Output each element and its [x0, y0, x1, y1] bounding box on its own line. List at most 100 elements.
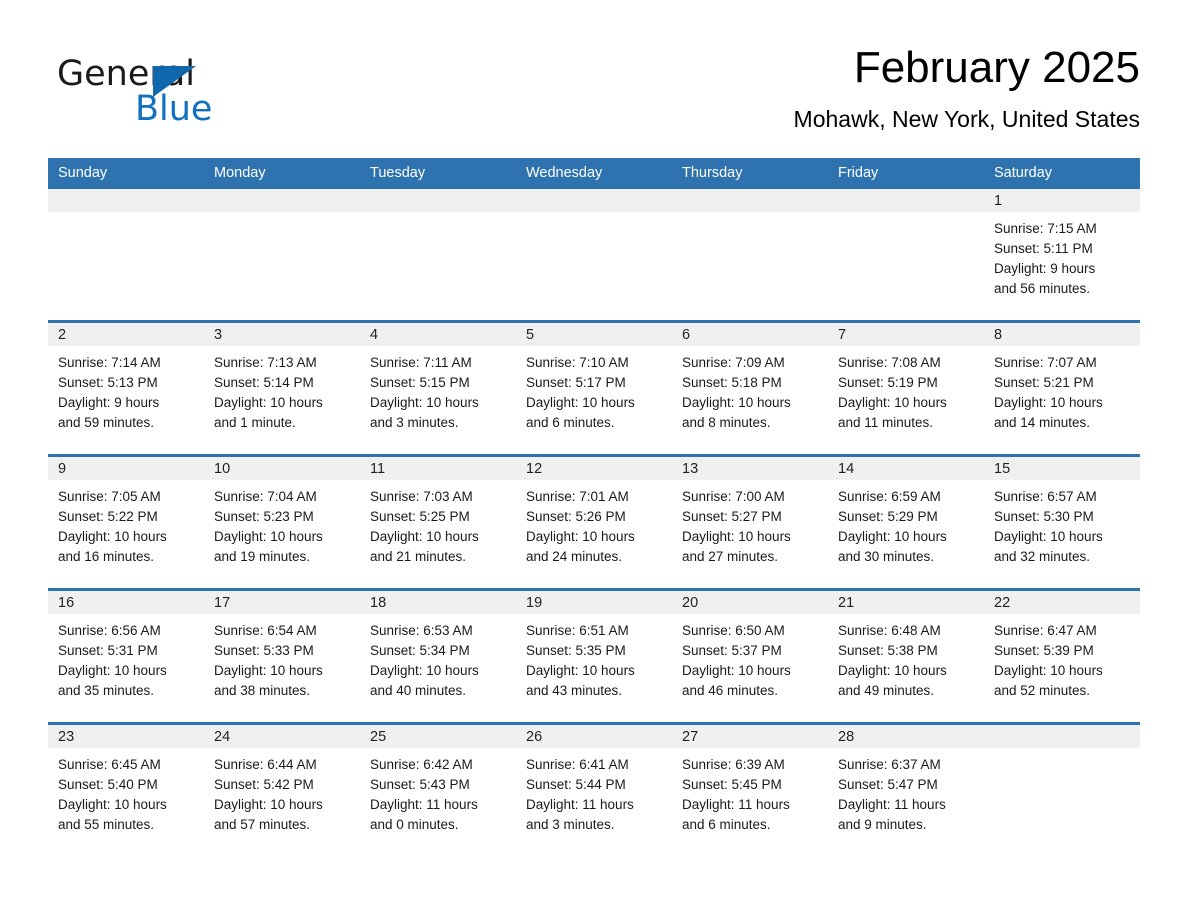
calendar-cell [828, 189, 984, 322]
day-number: 17 [204, 591, 360, 614]
daylight-duration-line2: and 14 minutes. [994, 415, 1091, 430]
sunrise-time: Sunrise: 6:54 AM [214, 623, 317, 638]
day-cell[interactable]: 7 Sunrise: 7:08 AM Sunset: 5:19 PM Daylight… [828, 323, 984, 454]
day-cell[interactable]: 28 Sunrise: 6:37 AM Sunset: 5:47 PM Dayligh… [828, 725, 984, 856]
day-cell[interactable]: 12 Sunrise: 7:01 AM Sunset: 5:26 PM Dayligh… [516, 457, 672, 588]
daylight-duration-line1: Daylight: 9 hours [58, 395, 160, 410]
sunrise-time: Sunrise: 6:41 AM [526, 757, 629, 772]
sunrise-time: Sunrise: 6:47 AM [994, 623, 1097, 638]
day-cell[interactable]: 21 Sunrise: 6:48 AM Sunset: 5:38 PM Dayligh… [828, 591, 984, 722]
day-number: 24 [204, 725, 360, 748]
day-cell[interactable]: 20 Sunrise: 6:50 AM Sunset: 5:37 PM Dayligh… [672, 591, 828, 722]
calendar-cell: 25 Sunrise: 6:42 AM Sunset: 5:43 PM Dayligh… [360, 722, 516, 856]
sunset-time: Sunset: 5:47 PM [838, 777, 938, 792]
day-number: 26 [516, 725, 672, 748]
calendar-cell [984, 722, 1140, 856]
daylight-duration-line2: and 3 minutes. [370, 415, 459, 430]
day-cell[interactable]: 10 Sunrise: 7:04 AM Sunset: 5:23 PM Dayligh… [204, 457, 360, 588]
day-sun-info: Sunrise: 7:08 AM Sunset: 5:19 PM Daylight:… [828, 346, 984, 433]
day-cell[interactable]: 26 Sunrise: 6:41 AM Sunset: 5:44 PM Dayligh… [516, 725, 672, 856]
day-sun-info: Sunrise: 7:10 AM Sunset: 5:17 PM Daylight:… [516, 346, 672, 433]
day-cell[interactable]: 13 Sunrise: 7:00 AM Sunset: 5:27 PM Dayligh… [672, 457, 828, 588]
day-sun-info: Sunrise: 7:05 AM Sunset: 5:22 PM Daylight:… [48, 480, 204, 567]
day-cell[interactable]: 19 Sunrise: 6:51 AM Sunset: 5:35 PM Dayligh… [516, 591, 672, 722]
calendar-cell: 23 Sunrise: 6:45 AM Sunset: 5:40 PM Dayligh… [48, 722, 204, 856]
calendar-header-row: Sunday Monday Tuesday Wednesday Thursday… [48, 158, 1140, 189]
day-cell[interactable]: 15 Sunrise: 6:57 AM Sunset: 5:30 PM Dayligh… [984, 457, 1140, 588]
sunrise-time: Sunrise: 7:08 AM [838, 355, 941, 370]
day-cell[interactable]: 1 Sunrise: 7:15 AM Sunset: 5:11 PM Daylight… [984, 189, 1140, 320]
sunset-time: Sunset: 5:23 PM [214, 509, 314, 524]
day-number: 15 [984, 457, 1140, 480]
day-cell[interactable]: 25 Sunrise: 6:42 AM Sunset: 5:43 PM Dayligh… [360, 725, 516, 856]
calendar-cell: 10 Sunrise: 7:04 AM Sunset: 5:23 PM Dayligh… [204, 454, 360, 590]
sunset-time: Sunset: 5:33 PM [214, 643, 314, 658]
sunset-time: Sunset: 5:34 PM [370, 643, 470, 658]
sunrise-time: Sunrise: 6:37 AM [838, 757, 941, 772]
daylight-duration-line1: Daylight: 10 hours [526, 395, 635, 410]
day-cell-empty [984, 725, 1140, 856]
day-cell[interactable]: 22 Sunrise: 6:47 AM Sunset: 5:39 PM Dayligh… [984, 591, 1140, 722]
daylight-duration-line2: and 6 minutes. [682, 817, 771, 832]
calendar-cell: 18 Sunrise: 6:53 AM Sunset: 5:34 PM Dayligh… [360, 588, 516, 724]
sunset-time: Sunset: 5:35 PM [526, 643, 626, 658]
calendar-grid: Sunday Monday Tuesday Wednesday Thursday… [48, 158, 1140, 856]
day-cell[interactable]: 4 Sunrise: 7:11 AM Sunset: 5:15 PM Daylight… [360, 323, 516, 454]
calendar-week-row: 9 Sunrise: 7:05 AM Sunset: 5:22 PM Daylight… [48, 454, 1140, 590]
calendar-week-row: 16 Sunrise: 6:56 AM Sunset: 5:31 PM Dayligh… [48, 588, 1140, 724]
logo-text-blue: Blue [135, 89, 213, 129]
general-blue-logo: General Blue [57, 53, 317, 133]
daylight-duration-line2: and 1 minute. [214, 415, 296, 430]
day-cell[interactable]: 27 Sunrise: 6:39 AM Sunset: 5:45 PM Dayligh… [672, 725, 828, 856]
daylight-duration-line2: and 3 minutes. [526, 817, 615, 832]
day-cell[interactable]: 11 Sunrise: 7:03 AM Sunset: 5:25 PM Dayligh… [360, 457, 516, 588]
daylight-duration-line1: Daylight: 10 hours [838, 529, 947, 544]
calendar-cell: 24 Sunrise: 6:44 AM Sunset: 5:42 PM Dayligh… [204, 722, 360, 856]
day-cell[interactable]: 2 Sunrise: 7:14 AM Sunset: 5:13 PM Daylight… [48, 323, 204, 454]
day-cell[interactable]: 17 Sunrise: 6:54 AM Sunset: 5:33 PM Dayligh… [204, 591, 360, 722]
day-sun-info: Sunrise: 6:57 AM Sunset: 5:30 PM Daylight:… [984, 480, 1140, 567]
day-number: 3 [204, 323, 360, 346]
day-cell[interactable]: 8 Sunrise: 7:07 AM Sunset: 5:21 PM Daylight… [984, 323, 1140, 454]
weekday-header-tuesday: Tuesday [360, 158, 516, 189]
sunset-time: Sunset: 5:40 PM [58, 777, 158, 792]
day-cell[interactable]: 14 Sunrise: 6:59 AM Sunset: 5:29 PM Dayligh… [828, 457, 984, 588]
daylight-duration-line2: and 11 minutes. [838, 415, 934, 430]
daylight-duration-line2: and 49 minutes. [838, 683, 935, 698]
location-subtitle: Mohawk, New York, United States [793, 106, 1140, 132]
calendar-cell [360, 189, 516, 322]
day-number: 20 [672, 591, 828, 614]
calendar-cell: 5 Sunrise: 7:10 AM Sunset: 5:17 PM Daylight… [516, 320, 672, 456]
calendar-cell: 8 Sunrise: 7:07 AM Sunset: 5:21 PM Daylight… [984, 320, 1140, 456]
day-sun-info: Sunrise: 6:48 AM Sunset: 5:38 PM Daylight:… [828, 614, 984, 701]
day-cell[interactable]: 6 Sunrise: 7:09 AM Sunset: 5:18 PM Daylight… [672, 323, 828, 454]
daylight-duration-line1: Daylight: 10 hours [214, 797, 323, 812]
day-cell[interactable]: 9 Sunrise: 7:05 AM Sunset: 5:22 PM Daylight… [48, 457, 204, 588]
day-sun-info: Sunrise: 6:41 AM Sunset: 5:44 PM Daylight:… [516, 748, 672, 835]
day-sun-info: Sunrise: 6:39 AM Sunset: 5:45 PM Daylight:… [672, 748, 828, 835]
sunrise-time: Sunrise: 7:01 AM [526, 489, 629, 504]
day-cell[interactable]: 16 Sunrise: 6:56 AM Sunset: 5:31 PM Dayligh… [48, 591, 204, 722]
daylight-duration-line1: Daylight: 10 hours [682, 529, 791, 544]
calendar-cell: 9 Sunrise: 7:05 AM Sunset: 5:22 PM Daylight… [48, 454, 204, 590]
daylight-duration-line2: and 30 minutes. [838, 549, 935, 564]
day-cell[interactable]: 3 Sunrise: 7:13 AM Sunset: 5:14 PM Daylight… [204, 323, 360, 454]
calendar-cell: 1 Sunrise: 7:15 AM Sunset: 5:11 PM Daylight… [984, 189, 1140, 322]
calendar-cell [516, 189, 672, 322]
day-sun-info: Sunrise: 7:07 AM Sunset: 5:21 PM Daylight:… [984, 346, 1140, 433]
day-cell[interactable]: 5 Sunrise: 7:10 AM Sunset: 5:17 PM Daylight… [516, 323, 672, 454]
daylight-duration-line1: Daylight: 10 hours [370, 663, 479, 678]
day-number: 7 [828, 323, 984, 346]
day-cell[interactable]: 18 Sunrise: 6:53 AM Sunset: 5:34 PM Dayligh… [360, 591, 516, 722]
day-sun-info: Sunrise: 6:59 AM Sunset: 5:29 PM Daylight:… [828, 480, 984, 567]
day-cell[interactable]: 23 Sunrise: 6:45 AM Sunset: 5:40 PM Dayligh… [48, 725, 204, 856]
daylight-duration-line1: Daylight: 11 hours [682, 797, 790, 812]
day-number: 27 [672, 725, 828, 748]
day-cell[interactable]: 24 Sunrise: 6:44 AM Sunset: 5:42 PM Dayligh… [204, 725, 360, 856]
day-sun-info: Sunrise: 7:01 AM Sunset: 5:26 PM Daylight:… [516, 480, 672, 567]
sunset-time: Sunset: 5:29 PM [838, 509, 938, 524]
daylight-duration-line1: Daylight: 10 hours [838, 395, 947, 410]
day-number [516, 189, 672, 212]
daylight-duration-line2: and 55 minutes. [58, 817, 155, 832]
sunset-time: Sunset: 5:18 PM [682, 375, 782, 390]
